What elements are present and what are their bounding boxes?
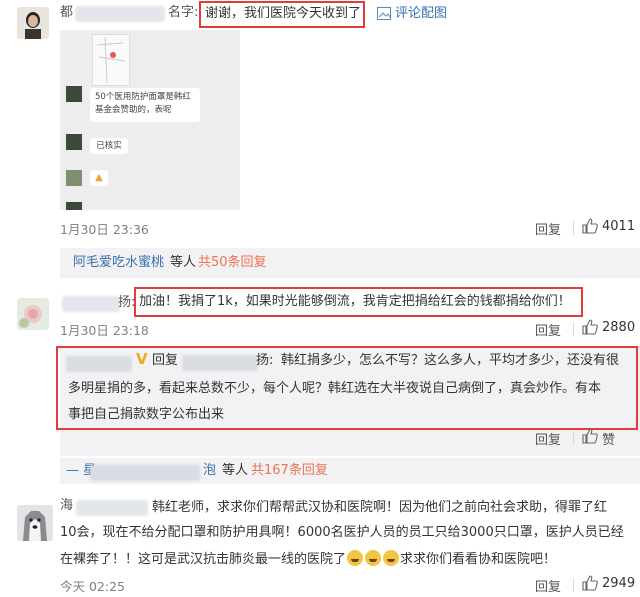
like-count: 2949 xyxy=(602,576,636,591)
thread-user-blurred xyxy=(90,465,200,481)
comment-text-line3b: 求求你们看看协和医院吧！ xyxy=(400,552,557,567)
divider xyxy=(573,431,574,445)
chat-avatar xyxy=(66,202,82,210)
avatar[interactable] xyxy=(17,505,53,541)
chat-bubble: 50个医用防护面罩是韩红基金会赞助的，表呢 xyxy=(90,88,200,122)
map-thumbnail xyxy=(92,34,130,86)
avatar-image xyxy=(17,505,53,541)
reply-button[interactable]: 回复 xyxy=(535,219,561,238)
thumbs-up-emoji-icon: ▲ xyxy=(95,172,103,183)
like-icon[interactable] xyxy=(582,218,598,234)
thread-reply-count-link[interactable]: 共167条回复 xyxy=(251,461,328,481)
commenter-name-blurred xyxy=(62,296,120,312)
chat-message: 已核实 xyxy=(96,141,122,151)
chat-bubble: 已核实 xyxy=(90,138,128,154)
avatar[interactable] xyxy=(17,298,49,330)
crying-emoji-icon xyxy=(383,550,400,566)
reply-text-line3: 事把自己捐款数字公布出来 xyxy=(68,407,225,422)
reply-text-line1: 韩红捐多少，怎么不写？这么多人，平均才多少，还没有很 xyxy=(281,353,620,368)
verified-v-icon: V xyxy=(136,350,148,368)
thread-user-tail[interactable]: 泡 xyxy=(203,461,216,481)
reply-author-blurred xyxy=(66,356,132,372)
reply-button[interactable]: 回复 xyxy=(535,576,561,595)
crying-emoji-icon xyxy=(347,550,364,566)
commenter-name-suffix: 名字: xyxy=(168,5,199,20)
avatar-image xyxy=(17,298,49,330)
chat-avatar xyxy=(66,86,82,102)
commenter-name-first[interactable]: 海 xyxy=(60,496,73,516)
chat-avatar xyxy=(66,170,82,186)
thread-reply-count-link[interactable]: 共50条回复 xyxy=(198,253,267,273)
avatar-image xyxy=(17,7,49,39)
divider xyxy=(573,578,574,592)
thread-first-user[interactable]: 阿毛爱吃水蜜桃 xyxy=(73,253,164,273)
reply-text-line2: 多明星捐的多，看起来总数不少，每个人呢？韩红选在大半夜说自己病倒了，真会炒作。有… xyxy=(68,381,602,396)
like-icon[interactable] xyxy=(582,575,598,591)
like-icon[interactable] xyxy=(582,319,598,335)
commenter-name-blurred xyxy=(75,6,165,22)
like-count: 2880 xyxy=(602,320,636,335)
chat-message-tail: 表呢 xyxy=(154,105,172,115)
like-icon[interactable] xyxy=(582,428,598,444)
comment-image-link[interactable]: 评论配图 xyxy=(395,4,447,24)
comment-timestamp: 今天 02:25 xyxy=(60,579,125,594)
comment-text-line2: 10会，现在不给分配口罩和防护用具啊！6000名医护人员的员工只给3000只口罩… xyxy=(60,525,624,540)
thread-suffix: 等人 xyxy=(222,463,249,478)
crying-emoji-icon xyxy=(365,550,382,566)
commenter-name-prefix[interactable]: 都 xyxy=(60,3,73,23)
reply-prefix: 回复 xyxy=(152,353,179,368)
comment-text-line3: 在裸奔了！！这可是武汉抗击肺炎最一线的医院了 求求你们看看协和医院吧！ xyxy=(60,550,556,570)
like-count: 4011 xyxy=(602,219,636,234)
divider xyxy=(573,221,574,235)
avatar[interactable] xyxy=(17,7,49,39)
reply-button[interactable]: 回复 xyxy=(535,429,561,448)
comment-text-line3a: 在裸奔了！！这可是武汉抗击肺炎最一线的医院了 xyxy=(60,552,347,567)
comment-timestamp: 1月30日 23:36 xyxy=(60,222,149,237)
divider xyxy=(573,322,574,336)
chat-avatar xyxy=(66,134,82,150)
replied-to-name-blurred xyxy=(182,355,258,371)
comment-text-line1: 韩红老师，求求你们帮帮武汉协和医院啊！因为他们之前向社会求助，得罪了红 xyxy=(152,500,608,515)
commenter-name-suffix: 扬: xyxy=(118,295,136,310)
thread-suffix: 等人 xyxy=(170,255,197,270)
comment-text: 加油！我捐了1k，如果时光能够倒流，我肯定把捐给红会的钱都捐给你们！ xyxy=(139,294,571,309)
comment-timestamp: 1月30日 23:18 xyxy=(60,323,149,338)
like-label[interactable]: 赞 xyxy=(602,429,615,448)
replied-to-suffix: 扬: xyxy=(256,353,274,368)
chat-message: 50个医用防护面罩是韩红基金会赞助的， xyxy=(95,92,191,115)
reply-button[interactable]: 回复 xyxy=(535,320,561,339)
comment-text: 谢谢，我们医院今天收到了 xyxy=(205,6,362,21)
image-icon xyxy=(377,7,391,24)
commenter-name-blurred xyxy=(76,500,148,516)
comment-image[interactable]: 50个医用防护面罩是韩红基金会赞助的，表呢 已核实 ▲ xyxy=(60,30,240,210)
chat-bubble: ▲ xyxy=(90,170,108,186)
